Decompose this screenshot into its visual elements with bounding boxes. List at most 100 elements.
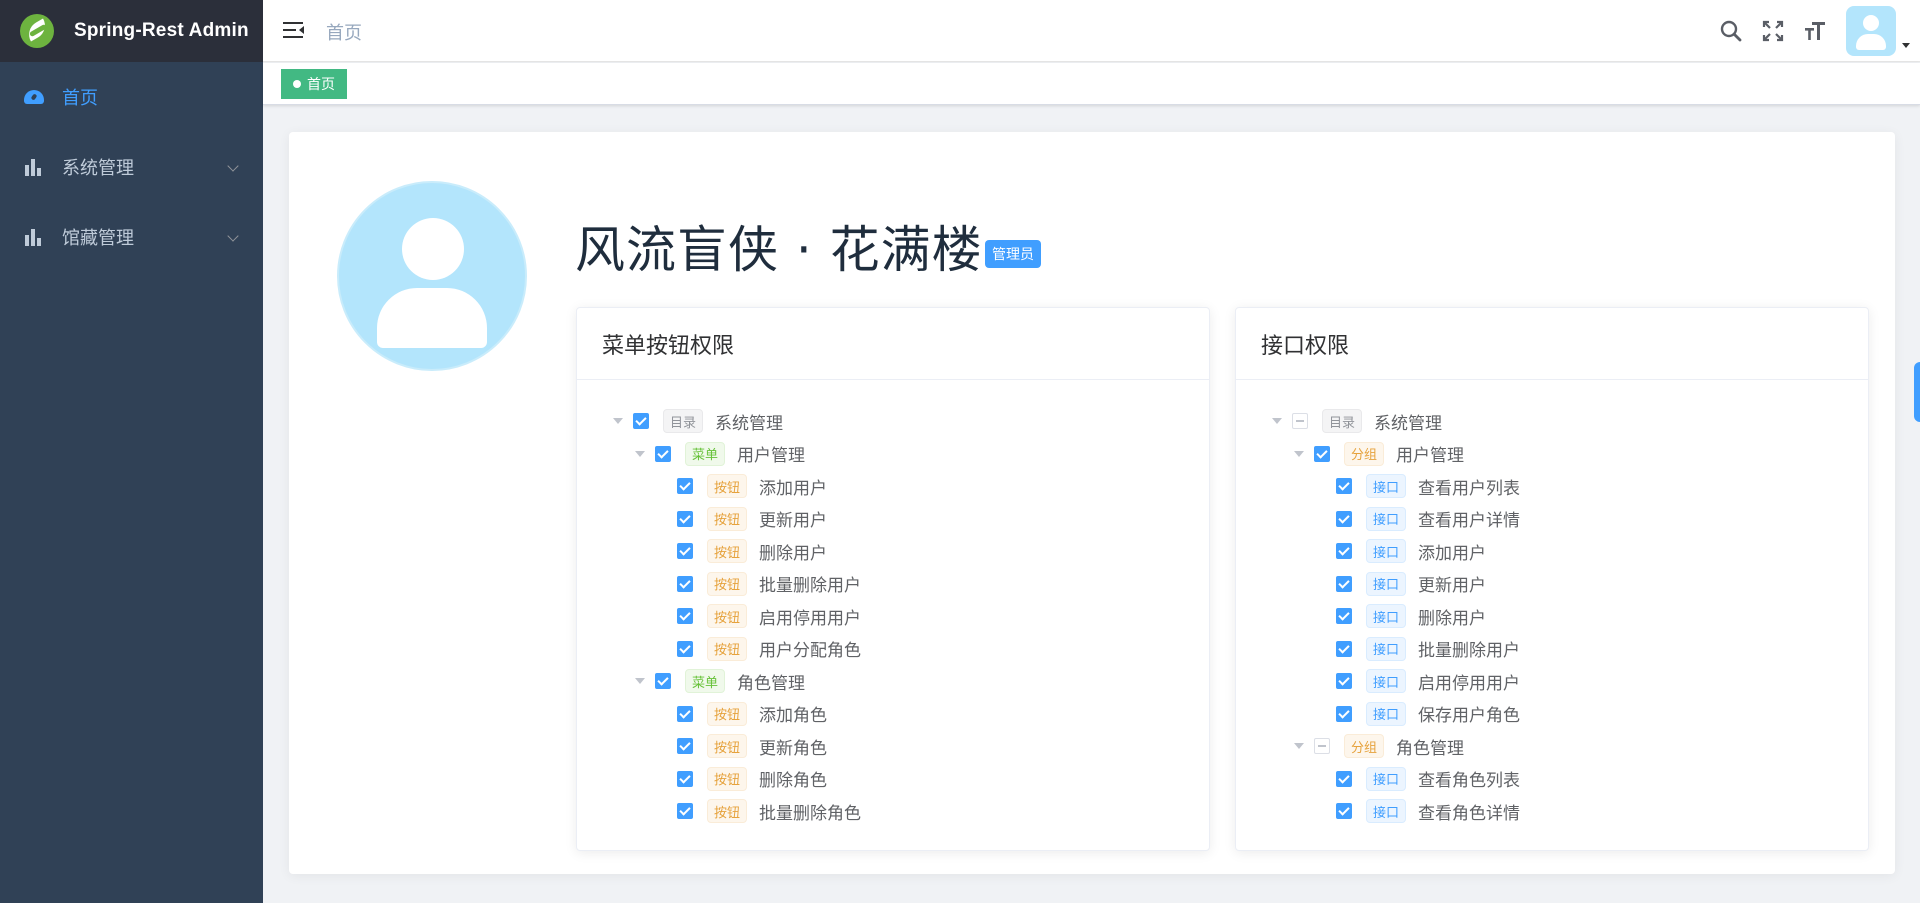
- tree-node[interactable]: 接口 批量删除用户: [1236, 633, 1868, 666]
- expand-caret-icon[interactable]: [1294, 743, 1304, 750]
- node-label: 删除用户: [759, 543, 828, 564]
- tree-node[interactable]: 按钮 启用停用用户: [577, 600, 1209, 633]
- node-checkbox[interactable]: [1314, 445, 1330, 462]
- user-avatar[interactable]: [1846, 6, 1896, 56]
- tag-home[interactable]: 首页: [281, 69, 347, 99]
- tree-node[interactable]: 接口 启用停用用户: [1236, 665, 1868, 698]
- menu-permission-tree: 目录 系统管理 菜单 用户管理 按钮 添加用户 按钮 更新用户 按钮 删除用户 按钮 批量删除用户 按钮…: [577, 380, 1209, 828]
- node-checkbox[interactable]: [1336, 575, 1352, 592]
- expand-caret-icon[interactable]: [1272, 418, 1282, 425]
- node-checkbox[interactable]: [677, 608, 693, 625]
- node-checkbox[interactable]: [677, 705, 693, 722]
- node-checkbox[interactable]: [677, 770, 693, 787]
- node-checkbox[interactable]: [1314, 738, 1330, 755]
- node-label: 用户管理: [1396, 446, 1465, 467]
- node-checkbox[interactable]: [1336, 608, 1352, 625]
- tree-node[interactable]: 接口 添加用户: [1236, 535, 1868, 568]
- node-type-badge: 接口: [1366, 539, 1407, 564]
- node-label: 查看角色列表: [1418, 771, 1521, 792]
- node-checkbox[interactable]: [677, 738, 693, 755]
- node-type-badge: 按钮: [707, 506, 748, 531]
- caret-down-icon[interactable]: [1902, 42, 1910, 48]
- node-label: 批量删除用户: [1418, 641, 1521, 662]
- sidebar-item-collection[interactable]: 馆藏管理: [0, 202, 263, 272]
- node-checkbox[interactable]: [677, 803, 693, 820]
- node-checkbox[interactable]: [677, 478, 693, 495]
- bar-chart-icon: [24, 158, 44, 176]
- tree-node[interactable]: 接口 查看角色列表: [1236, 763, 1868, 796]
- breadcrumb[interactable]: 首页: [326, 19, 362, 45]
- node-checkbox[interactable]: [1336, 510, 1352, 527]
- search-icon[interactable]: [1710, 0, 1752, 62]
- sidebar-item-system[interactable]: 系统管理: [0, 132, 263, 202]
- expand-caret-icon[interactable]: [613, 418, 623, 425]
- node-checkbox[interactable]: [655, 673, 671, 690]
- active-dot-icon: [293, 80, 301, 88]
- sidebar-item-label: 首页: [62, 88, 98, 109]
- tree-node[interactable]: 接口 查看角色详情: [1236, 795, 1868, 828]
- node-label: 添加用户: [1418, 543, 1487, 564]
- tree-node[interactable]: 按钮 更新用户: [577, 503, 1209, 536]
- node-type-badge: 菜单: [685, 441, 726, 466]
- node-type-badge: 分组: [1344, 441, 1385, 466]
- profile-card: 风流盲侠 · 花满楼 管理员 菜单按钮权限 目录 系统管理 菜单 用户管理 按钮 添加用户…: [289, 132, 1895, 874]
- node-label: 添加角色: [759, 706, 828, 727]
- tree-node[interactable]: 接口 查看用户详情: [1236, 503, 1868, 536]
- tree-node[interactable]: 接口 保存用户角色: [1236, 698, 1868, 731]
- tree-node[interactable]: 菜单 用户管理: [577, 438, 1209, 471]
- node-checkbox[interactable]: [1336, 803, 1352, 820]
- settings-drawer-handle[interactable]: [1914, 362, 1920, 422]
- node-checkbox[interactable]: [655, 445, 671, 462]
- expand-caret-icon[interactable]: [635, 678, 645, 685]
- node-checkbox[interactable]: [677, 640, 693, 657]
- node-label: 系统管理: [1374, 413, 1443, 434]
- font-size-icon[interactable]: [1794, 0, 1836, 62]
- node-checkbox[interactable]: [1336, 640, 1352, 657]
- node-checkbox[interactable]: [677, 575, 693, 592]
- node-type-badge: 接口: [1366, 571, 1407, 596]
- node-type-badge: 按钮: [707, 474, 748, 499]
- navbar: 首页: [263, 0, 1920, 62]
- tree-node[interactable]: 按钮 删除用户: [577, 535, 1209, 568]
- tree-node[interactable]: 目录 系统管理: [1236, 405, 1868, 438]
- node-checkbox[interactable]: [1336, 705, 1352, 722]
- expand-caret-icon[interactable]: [1294, 450, 1304, 457]
- node-checkbox[interactable]: [677, 510, 693, 527]
- node-label: 启用停用用户: [759, 608, 862, 629]
- tree-node[interactable]: 按钮 删除角色: [577, 763, 1209, 796]
- node-label: 查看角色详情: [1418, 803, 1521, 824]
- app-logo[interactable]: Spring-Rest Admin: [0, 0, 263, 62]
- tree-node[interactable]: 接口 删除用户: [1236, 600, 1868, 633]
- node-label: 删除用户: [1418, 608, 1487, 629]
- node-checkbox[interactable]: [1336, 478, 1352, 495]
- node-checkbox[interactable]: [1336, 770, 1352, 787]
- tree-node[interactable]: 按钮 批量删除角色: [577, 795, 1209, 828]
- tree-node[interactable]: 按钮 用户分配角色: [577, 633, 1209, 666]
- tree-node[interactable]: 按钮 添加角色: [577, 698, 1209, 731]
- hamburger-toggle-icon[interactable]: [283, 20, 305, 40]
- node-label: 更新用户: [1418, 576, 1487, 597]
- node-type-badge: 按钮: [707, 604, 748, 629]
- tree-node[interactable]: 目录 系统管理: [577, 405, 1209, 438]
- sidebar-item-home[interactable]: 首页: [0, 62, 263, 132]
- tree-node[interactable]: 接口 查看用户列表: [1236, 470, 1868, 503]
- node-checkbox[interactable]: [1336, 673, 1352, 690]
- node-checkbox[interactable]: [633, 413, 649, 430]
- tree-node[interactable]: 接口 更新用户: [1236, 568, 1868, 601]
- node-checkbox[interactable]: [1292, 413, 1308, 430]
- tree-node[interactable]: 按钮 批量删除用户: [577, 568, 1209, 601]
- navbar-tools: [1710, 0, 1920, 62]
- node-checkbox[interactable]: [1336, 543, 1352, 560]
- tree-node[interactable]: 分组 角色管理: [1236, 730, 1868, 763]
- tree-node[interactable]: 按钮 更新角色: [577, 730, 1209, 763]
- tree-node[interactable]: 按钮 添加用户: [577, 470, 1209, 503]
- fullscreen-icon[interactable]: [1752, 0, 1794, 62]
- tree-node[interactable]: 菜单 角色管理: [577, 665, 1209, 698]
- node-checkbox[interactable]: [677, 543, 693, 560]
- node-type-badge: 接口: [1366, 669, 1407, 694]
- api-permission-tree: 目录 系统管理 分组 用户管理 接口 查看用户列表 接口 查看用户详情 接口 添加用户 接口 更新用户…: [1236, 380, 1868, 828]
- tree-node[interactable]: 分组 用户管理: [1236, 438, 1868, 471]
- role-badge: 管理员: [985, 240, 1041, 268]
- spring-leaf-icon: [20, 14, 54, 48]
- expand-caret-icon[interactable]: [635, 450, 645, 457]
